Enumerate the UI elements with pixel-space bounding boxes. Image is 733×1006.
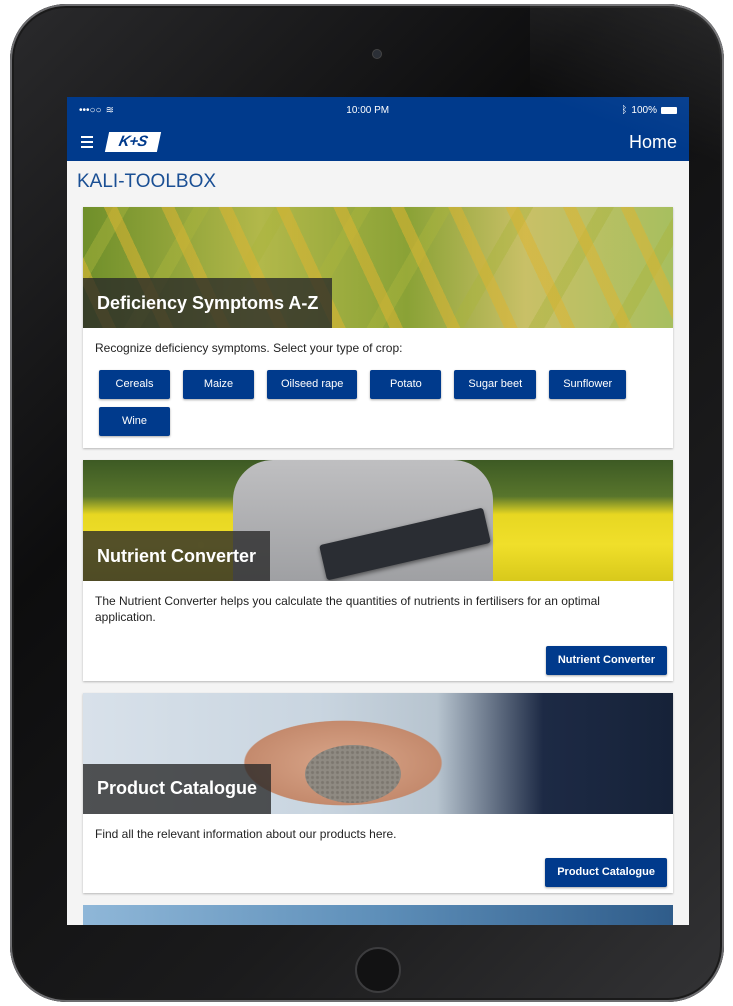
- main-content: KALI-TOOLBOX Deficiency Symptoms A-Z Rec…: [67, 161, 689, 925]
- hamburger-menu-icon[interactable]: [81, 136, 93, 148]
- card-actions: Nutrient Converter: [83, 626, 673, 681]
- page-title: KALI-TOOLBOX: [77, 171, 217, 192]
- crop-button-cereals[interactable]: Cereals: [99, 370, 170, 400]
- card-title: Product Catalogue: [83, 763, 272, 814]
- card-actions: Product Catalogue: [83, 842, 673, 893]
- deficiency-symptoms-card: Deficiency Symptoms A-Z Recognize defici…: [83, 207, 673, 449]
- ks-logo[interactable]: K+S: [104, 132, 162, 152]
- tablet-home-button[interactable]: [355, 947, 401, 993]
- front-camera: [372, 49, 382, 59]
- crop-button-sugar-beet[interactable]: Sugar beet: [454, 370, 537, 400]
- crop-button-oilseed-rape[interactable]: Oilseed rape: [267, 370, 358, 400]
- tablet-frame: •••○○ ≋ 10:00 PM ᛒ 100% K+S Home KALI-TO…: [10, 4, 724, 1002]
- signal-icon: •••○○: [79, 104, 102, 116]
- home-link[interactable]: Home: [629, 132, 677, 153]
- status-time: 10:00 PM: [346, 104, 390, 116]
- card-description: Find all the relevant information about …: [95, 826, 397, 841]
- card-body: Recognize deficiency symptoms. Select yo…: [83, 328, 673, 448]
- next-card-image-peek: [83, 904, 673, 925]
- wifi-icon: ≋: [105, 104, 114, 116]
- card-body: Find all the relevant information about …: [83, 814, 673, 842]
- card-title: Deficiency Symptoms A-Z: [83, 278, 333, 328]
- product-catalogue-card: Product Catalogue Find all the relevant …: [83, 692, 673, 893]
- hands-with-fertilizer-image: Product Catalogue: [83, 692, 673, 814]
- nutrient-converter-button[interactable]: Nutrient Converter: [545, 645, 667, 675]
- battery-icon: [661, 106, 677, 114]
- product-catalogue-button[interactable]: Product Catalogue: [545, 857, 667, 887]
- crop-button-potato[interactable]: Potato: [370, 370, 442, 400]
- status-left: •••○○ ≋: [79, 105, 114, 116]
- bluetooth-icon: ᛒ: [621, 104, 628, 116]
- card-title: Nutrient Converter: [83, 531, 271, 582]
- status-bar: •••○○ ≋ 10:00 PM ᛒ 100%: [67, 97, 689, 123]
- wheat-leaves-image: Deficiency Symptoms A-Z: [83, 207, 673, 328]
- card-body: The Nutrient Converter helps you calcula…: [83, 581, 673, 625]
- crop-button-maize[interactable]: Maize: [183, 370, 254, 400]
- crop-button-wine[interactable]: Wine: [99, 407, 170, 437]
- app-screen: •••○○ ≋ 10:00 PM ᛒ 100% K+S Home KALI-TO…: [67, 97, 689, 925]
- status-right: ᛒ 100%: [621, 105, 677, 116]
- rapeseed-field-image: Nutrient Converter: [83, 460, 673, 582]
- crop-button-group: Cereals Maize Oilseed rape Potato Sugar …: [95, 370, 661, 437]
- card-description: Recognize deficiency symptoms. Select yo…: [95, 341, 403, 355]
- crop-button-sunflower[interactable]: Sunflower: [549, 370, 627, 400]
- nutrient-converter-card: Nutrient Converter The Nutrient Converte…: [83, 460, 673, 681]
- battery-text: 100%: [631, 104, 657, 116]
- card-description: The Nutrient Converter helps you calcula…: [95, 594, 600, 625]
- top-navbar: K+S Home: [67, 123, 689, 161]
